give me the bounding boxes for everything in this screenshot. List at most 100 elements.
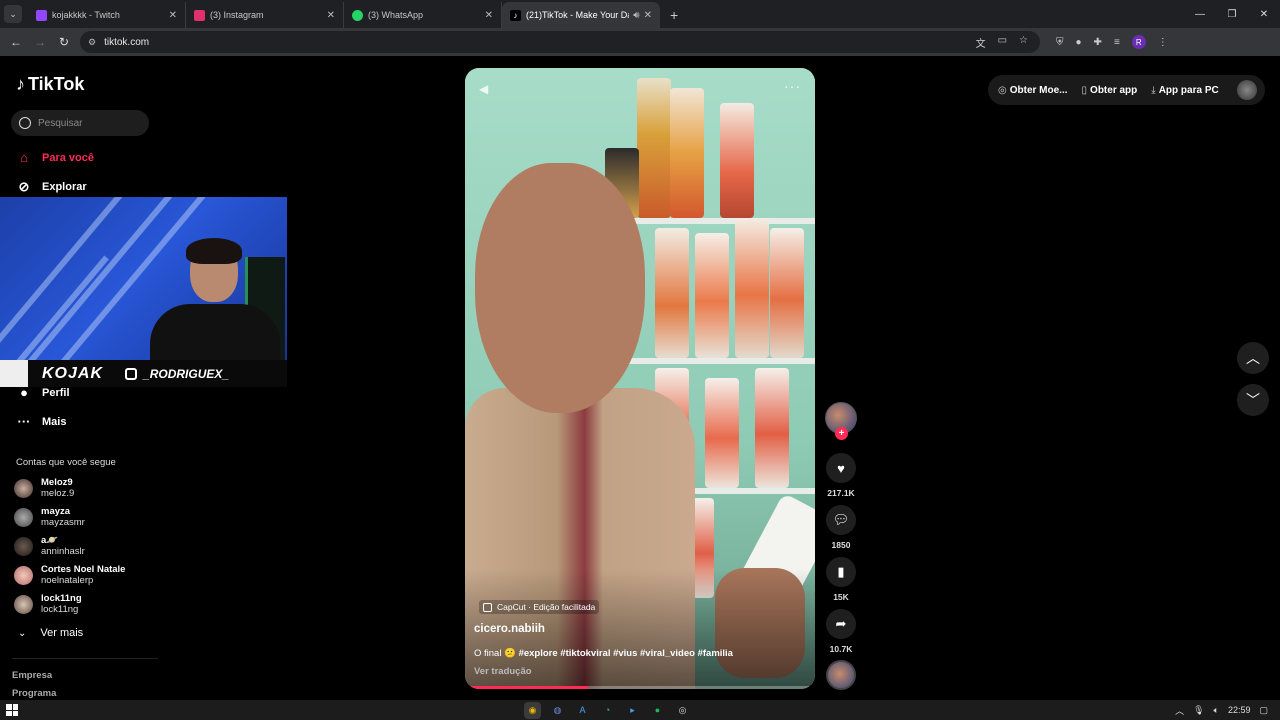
speaker-icon[interactable]: 🔊︎ — [633, 10, 639, 21]
instagram-icon — [194, 9, 205, 21]
tab-tiktok[interactable]: ♪ (21)TikTok - Make Your Day 🔊︎ ✕ — [502, 2, 660, 28]
translate-icon[interactable]: 文 — [976, 35, 986, 50]
followed-account[interactable]: Cortes Noel Natale noelnatalerp — [14, 564, 125, 586]
whatsapp-icon — [352, 9, 363, 21]
instagram-icon — [125, 367, 138, 380]
phone-icon: ▯ — [1081, 84, 1088, 96]
close-window-icon[interactable]: ✕ — [1248, 0, 1280, 28]
like-action[interactable]: ♥ 217.1K — [824, 453, 858, 498]
app-a-icon[interactable]: A — [574, 702, 591, 719]
more-options-icon[interactable]: ··· — [784, 78, 801, 94]
site-info-icon[interactable]: ⚙ — [88, 37, 96, 48]
nav-profile[interactable]: ● Perfil — [16, 385, 69, 400]
can — [735, 218, 769, 358]
music-disc[interactable] — [826, 660, 856, 690]
nav-label: Mais — [42, 415, 67, 428]
get-app-button[interactable]: ▯ Obter app — [1082, 85, 1138, 96]
account-name: lock11ng — [41, 593, 82, 604]
bookmark-icon[interactable]: ▮ — [826, 557, 856, 587]
blank-patch — [0, 360, 28, 387]
download-icon: ⤓ — [1151, 84, 1156, 96]
caption-text: O final 😕 — [474, 648, 516, 659]
taskbar-apps: ◉ ◍ A ◔ ▸ ● ◎ — [524, 700, 691, 720]
capcut-badge[interactable]: CapCut · Edição facilitada — [479, 600, 600, 614]
microphone-icon[interactable]: 🎙︎ — [1193, 705, 1204, 716]
save-action[interactable]: ▮ 15K — [824, 557, 858, 602]
pc-app-label: App para PC — [1158, 84, 1219, 96]
discord-icon[interactable]: ◍ — [549, 702, 566, 719]
user-avatar[interactable] — [1236, 80, 1257, 100]
forward-icon[interactable]: → — [28, 35, 52, 49]
comment-icon[interactable]: 💬︎ — [826, 505, 856, 535]
video-player[interactable]: ◀︎ ··· CapCut · Edição facilitada cicero… — [465, 68, 815, 689]
followed-account[interactable]: mayza mayzasmr — [14, 506, 85, 528]
can — [655, 228, 689, 358]
clock[interactable]: 22:59 — [1228, 705, 1251, 715]
streamer-signature: KOJAK — [42, 364, 104, 382]
see-more-button[interactable]: ⌄ Ver mais — [18, 627, 83, 639]
minimize-icon[interactable]: — — [1184, 0, 1216, 28]
footer-link-program[interactable]: Programa — [12, 688, 56, 699]
capcut-label: CapCut · Edição facilitada — [497, 602, 596, 612]
follow-plus-button[interactable]: + — [835, 427, 848, 440]
close-icon[interactable]: ✕ — [169, 10, 177, 21]
terminal-icon[interactable]: ▸ — [624, 702, 641, 719]
media-control-icon[interactable]: ≡ — [1114, 37, 1120, 48]
menu-icon[interactable]: ⋮ — [1158, 37, 1168, 48]
get-coins-button[interactable]: ◎ Obter Moe... — [998, 85, 1068, 96]
notification-icon[interactable]: ▢ — [1259, 705, 1268, 716]
close-icon[interactable]: ✕ — [485, 10, 493, 21]
spotify-icon[interactable]: ● — [649, 702, 666, 719]
followed-account[interactable]: lock11ng lock11ng — [14, 593, 82, 615]
followed-account[interactable]: Meloz9 meloz.9 — [14, 477, 74, 499]
shield-icon[interactable]: ⛨ — [1056, 37, 1064, 48]
speaker-icon[interactable]: 🔈︎ — [1214, 705, 1219, 716]
nav-for-you[interactable]: ⌂ Para você — [16, 150, 94, 165]
tab-instagram[interactable]: (3) Instagram ✕ — [186, 2, 344, 28]
close-icon[interactable]: ✕ — [327, 10, 335, 21]
previous-video-button[interactable]: ︿ — [1237, 342, 1269, 374]
can — [705, 378, 739, 488]
search-input[interactable]: Pesquisar — [11, 110, 149, 136]
tab-twitch[interactable]: kojakkkk - Twitch ✕ — [28, 2, 186, 28]
nav-more[interactable]: ··· Mais — [16, 414, 67, 429]
tray-chevron-icon[interactable]: ︿ — [1175, 704, 1184, 717]
top-right-actions: ◎ Obter Moe... ▯ Obter app ⤓ App para PC — [988, 75, 1265, 105]
reload-icon[interactable]: ↻ — [52, 35, 76, 49]
extension-circle-icon[interactable]: ● — [1076, 37, 1082, 48]
see-translation-link[interactable]: Ver tradução — [474, 666, 532, 677]
volume-icon[interactable]: ◀︎ — [479, 82, 488, 96]
windows-start-icon[interactable] — [6, 704, 18, 716]
whatsapp-icon[interactable]: ◔ — [599, 702, 616, 719]
tab-whatsapp[interactable]: (3) WhatsApp ✕ — [344, 2, 502, 28]
chrome-icon[interactable]: ◉ — [524, 701, 541, 719]
pc-app-button[interactable]: ⤓ App para PC — [1151, 85, 1218, 96]
new-tab-button[interactable]: + — [670, 7, 678, 23]
cast-icon[interactable]: ▭ — [998, 35, 1007, 50]
obs-icon[interactable]: ◎ — [674, 702, 691, 719]
bookmark-star-icon[interactable]: ☆ — [1019, 35, 1028, 50]
share-icon[interactable]: ➦ — [826, 609, 856, 639]
tiktok-logo[interactable]: ♪ TikTok — [16, 74, 84, 95]
nav-explore[interactable]: ⊘ Explorar — [16, 179, 87, 195]
tab-search-button[interactable]: ⌄ — [4, 5, 22, 23]
close-icon[interactable]: ✕ — [644, 10, 652, 21]
next-video-button[interactable]: ﹀ — [1237, 384, 1269, 416]
share-action[interactable]: ➦ 10.7K — [824, 609, 858, 654]
instagram-handle: _RODRIGUEX_ — [125, 367, 229, 381]
profile-avatar[interactable]: R — [1131, 35, 1146, 49]
back-icon[interactable]: ← — [4, 35, 28, 49]
heart-icon[interactable]: ♥ — [826, 453, 856, 483]
video-author[interactable]: cicero.nabiih — [474, 623, 545, 635]
caption-hashtags[interactable]: #explore #tiktokviral #vius #viral_video… — [519, 648, 733, 659]
followed-account[interactable]: a🪐 anninhaslr — [14, 535, 85, 557]
url-field[interactable]: ⚙ tiktok.com 文 ▭ ☆ — [80, 31, 1040, 53]
can — [755, 368, 789, 488]
get-app-label: Obter app — [1090, 84, 1138, 96]
puzzle-icon[interactable]: ✚ — [1094, 37, 1102, 48]
footer-link-company[interactable]: Empresa — [12, 670, 52, 681]
video-progress-bar[interactable] — [465, 686, 815, 689]
system-tray: ︿ 🎙︎ 🔈︎ 22:59 ▢ — [1175, 700, 1268, 720]
comment-action[interactable]: 💬︎ 1850 — [824, 505, 858, 550]
restore-icon[interactable]: ❐ — [1216, 0, 1248, 28]
